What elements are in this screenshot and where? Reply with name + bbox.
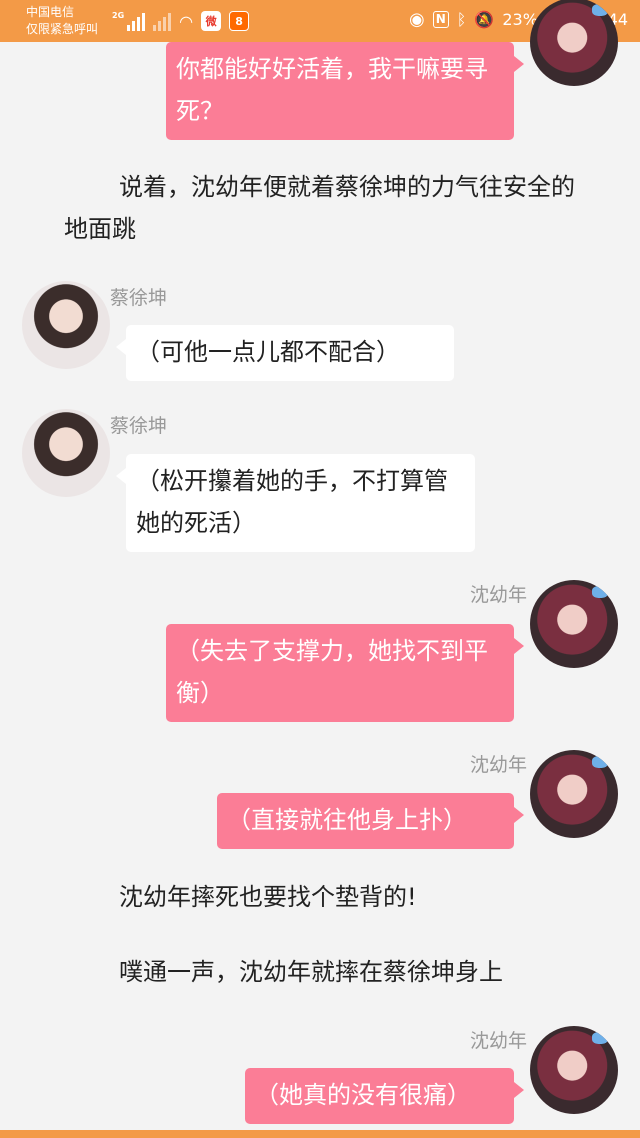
hair-bow-icon xyxy=(592,756,608,768)
chat-bubble-right[interactable]: （直接就往他身上扑） xyxy=(217,793,524,849)
narration-text: 沈幼年摔死也要找个垫背的! xyxy=(119,883,417,911)
bluetooth-icon: ᛒ xyxy=(456,10,467,29)
sender-name: 沈幼年 xyxy=(469,754,527,776)
carrier-name: 中国电信 xyxy=(26,5,75,19)
message-text: （直接就往他身上扑） xyxy=(227,806,467,834)
avatar-cai-xukun[interactable] xyxy=(22,281,110,369)
signal-off-icon xyxy=(153,13,172,31)
hair-bow-icon xyxy=(592,1032,608,1044)
eye-comfort-icon: ◉ xyxy=(409,9,425,30)
hair-bow-icon xyxy=(592,586,608,598)
chat-bubble-right[interactable]: 你都能好好活着，我干嘛要寻死？ xyxy=(166,42,524,140)
narration-text: 噗通一声，沈幼年就摔在蔡徐坤身上 xyxy=(119,958,503,986)
app-icon: 8 xyxy=(229,11,250,31)
network-badge: 2G xyxy=(112,11,125,20)
emergency-only-label: 仅限紧急呼叫 xyxy=(26,22,99,36)
hair-bow-icon xyxy=(592,4,608,16)
narration-text: 说着，沈幼年便就着蔡徐坤的力气往安全的地面跳 xyxy=(64,173,575,243)
avatar-shen-younian[interactable] xyxy=(530,580,618,668)
message-text: （她真的没有很痛） xyxy=(255,1081,471,1109)
avatar-shen-younian[interactable] xyxy=(530,0,618,86)
bottom-edge-bar xyxy=(0,1130,640,1138)
sender-name: 蔡徐坤 xyxy=(110,287,168,309)
message-text: （可他一点儿都不配合） xyxy=(136,338,400,366)
avatar-cai-xukun[interactable] xyxy=(22,409,110,497)
chat-bubble-left[interactable]: （可他一点儿都不配合） xyxy=(116,325,454,381)
nfc-icon: N xyxy=(432,11,449,28)
signal-group: 2G ◠ 微 8 xyxy=(112,11,250,31)
chat-bubble-right[interactable]: （失去了支撑力，她找不到平衡） xyxy=(166,624,524,722)
sender-name: 沈幼年 xyxy=(469,584,527,606)
message-text: 你都能好好活着，我干嘛要寻死？ xyxy=(176,55,488,125)
avatar-shen-younian[interactable] xyxy=(530,750,618,838)
sender-name: 蔡徐坤 xyxy=(110,415,168,437)
chat-bubble-right[interactable]: （她真的没有很痛） xyxy=(245,1068,524,1124)
avatar-shen-younian[interactable] xyxy=(530,1026,618,1114)
message-text: （失去了支撑力，她找不到平衡） xyxy=(176,637,488,707)
signal-icon xyxy=(127,13,146,31)
message-text: （松开攥着她的手，不打算管她的死活） xyxy=(136,467,448,537)
weibo-app-icon: 微 xyxy=(201,11,222,31)
chat-bubble-left[interactable]: （松开攥着她的手，不打算管她的死活） xyxy=(116,454,475,552)
mute-icon: 🔕 xyxy=(474,10,495,29)
sender-name: 沈幼年 xyxy=(469,1030,527,1052)
carrier-info: 中国电信 仅限紧急呼叫 xyxy=(26,4,98,38)
wifi-icon: ◠ xyxy=(179,12,194,31)
